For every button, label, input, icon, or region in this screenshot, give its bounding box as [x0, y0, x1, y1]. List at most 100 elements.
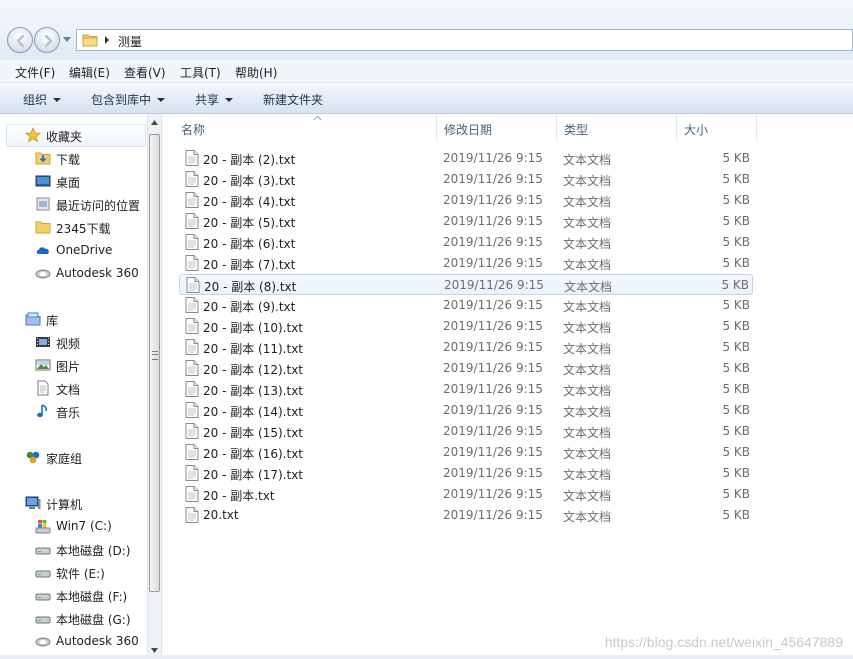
nav-item-2345-downloads[interactable]: 2345下载	[35, 217, 145, 238]
nav-item-autodesk-360[interactable]: Autodesk 360	[35, 263, 145, 284]
file-name: 20 - 副本 (13).txt	[203, 384, 304, 398]
breadcrumb-current-folder[interactable]: 测量	[118, 33, 142, 50]
column-header-size[interactable]: 大小	[677, 114, 757, 141]
column-header-type[interactable]: 类型	[557, 114, 677, 141]
file-size: 5 KB	[722, 256, 750, 270]
table-row[interactable]: 20.txt 2019/11/26 9:15 文本文档 5 KB	[179, 505, 753, 526]
menu-file[interactable]: 文件(F)	[15, 64, 55, 81]
nav-homegroup[interactable]: 家庭组	[25, 447, 145, 468]
file-modified-date: 2019/11/26 9:15	[443, 235, 543, 249]
table-row[interactable]: 20 - 副本 (2).txt 2019/11/26 9:15 文本文档 5 KB	[179, 148, 753, 169]
table-row[interactable]: 20 - 副本 (7).txt 2019/11/26 9:15 文本文档 5 KB	[179, 253, 753, 274]
chevron-down-icon	[53, 98, 62, 102]
nav-homegroup-label: 家庭组	[46, 452, 83, 466]
text-file-icon	[185, 255, 199, 271]
file-name: 20 - 副本 (16).txt	[203, 447, 304, 461]
column-header-date[interactable]: 修改日期	[437, 114, 557, 141]
file-type: 文本文档	[563, 489, 612, 503]
table-row[interactable]: 20 - 副本 (15).txt 2019/11/26 9:15 文本文档 5 KB	[179, 421, 753, 442]
autodesk-cloud-icon	[35, 269, 51, 279]
table-row[interactable]: 20 - 副本 (17).txt 2019/11/26 9:15 文本文档 5 KB	[179, 463, 753, 484]
file-name: 20 - 副本 (9).txt	[203, 300, 296, 314]
organize-button[interactable]: 组织	[23, 91, 62, 108]
file-size: 5 KB	[722, 487, 750, 501]
picture-icon	[35, 359, 51, 371]
nav-item-drive-d[interactable]: 本地磁盘 (D:)	[35, 539, 145, 560]
breadcrumb-chevron-icon[interactable]	[104, 36, 110, 44]
file-type: 文本文档	[563, 237, 612, 251]
nav-item-drive-g[interactable]: 本地磁盘 (G:)	[35, 608, 145, 629]
file-size: 5 KB	[722, 424, 750, 438]
table-row[interactable]: 20 - 副本.txt 2019/11/26 9:15 文本文档 5 KB	[179, 484, 753, 505]
folder-icon	[82, 34, 98, 47]
computer-icon	[25, 496, 41, 509]
nav-item-drive-f[interactable]: 本地磁盘 (F:)	[35, 585, 145, 606]
table-row[interactable]: 20 - 副本 (8).txt 2019/11/26 9:15 文本文档 5 KB	[179, 274, 753, 295]
file-modified-date: 2019/11/26 9:15	[443, 172, 543, 186]
nav-favorites[interactable]: 收藏夹	[6, 124, 146, 147]
nav-libraries-label: 库	[46, 314, 59, 328]
back-button[interactable]	[7, 27, 33, 53]
scroll-up-arrow-icon[interactable]	[151, 120, 158, 125]
nav-item-music[interactable]: 音乐	[35, 401, 145, 422]
table-row[interactable]: 20 - 副本 (11).txt 2019/11/26 9:15 文本文档 5 KB	[179, 337, 753, 358]
nav-item-documents[interactable]: 文档	[35, 378, 145, 399]
menu-edit[interactable]: 编辑(E)	[69, 64, 110, 81]
share-button[interactable]: 共享	[195, 91, 234, 108]
text-file-icon	[185, 465, 199, 481]
nav-item-recent-places[interactable]: 最近访问的位置	[35, 194, 145, 215]
menu-help[interactable]: 帮助(H)	[235, 64, 277, 81]
nav-item-onedrive[interactable]: OneDrive	[35, 240, 145, 261]
file-modified-date: 2019/11/26 9:15	[444, 278, 544, 292]
navigation-pane-scrollbar[interactable]	[147, 114, 162, 659]
table-row[interactable]: 20 - 副本 (6).txt 2019/11/26 9:15 文本文档 5 KB	[179, 232, 753, 253]
forward-button[interactable]	[34, 27, 60, 53]
menu-view[interactable]: 查看(V)	[124, 64, 166, 81]
nav-libraries[interactable]: 库	[25, 309, 145, 330]
table-row[interactable]: 20 - 副本 (14).txt 2019/11/26 9:15 文本文档 5 KB	[179, 400, 753, 421]
folder-icon	[35, 221, 51, 234]
include-in-library-button[interactable]: 包含到库中	[91, 91, 166, 108]
nav-item-downloads[interactable]: 下载	[35, 148, 145, 169]
menu-tools[interactable]: 工具(T)	[180, 64, 221, 81]
nav-item-desktop[interactable]: 桌面	[35, 171, 145, 192]
file-size: 5 KB	[722, 403, 750, 417]
cloud-icon	[36, 247, 49, 254]
scroll-down-arrow-icon[interactable]	[151, 648, 158, 653]
table-row[interactable]: 20 - 副本 (16).txt 2019/11/26 9:15 文本文档 5 KB	[179, 442, 753, 463]
table-row[interactable]: 20 - 副本 (5).txt 2019/11/26 9:15 文本文档 5 KB	[179, 211, 753, 232]
text-file-icon	[185, 213, 199, 229]
address-bar[interactable]: 测量	[76, 29, 853, 51]
table-row[interactable]: 20 - 副本 (4).txt 2019/11/26 9:15 文本文档 5 KB	[179, 190, 753, 211]
table-row[interactable]: 20 - 副本 (10).txt 2019/11/26 9:15 文本文档 5 KB	[179, 316, 753, 337]
nav-item-autodesk-360-computer[interactable]: Autodesk 360	[35, 631, 145, 652]
table-row[interactable]: 20 - 副本 (12).txt 2019/11/26 9:15 文本文档 5 KB	[179, 358, 753, 379]
file-name: 20 - 副本 (3).txt	[203, 174, 296, 188]
nav-item-drive-e[interactable]: 软件 (E:)	[35, 562, 145, 583]
file-type: 文本文档	[563, 510, 612, 524]
table-row[interactable]: 20 - 副本 (13).txt 2019/11/26 9:15 文本文档 5 KB	[179, 379, 753, 400]
file-name: 20.txt	[203, 508, 239, 522]
nav-item-drive-c[interactable]: Win7 (C:)	[35, 516, 145, 537]
arrow-right-icon	[44, 34, 53, 48]
scroll-thumb[interactable]	[149, 134, 160, 592]
nav-item-label: 软件 (E:)	[56, 567, 105, 581]
column-header-name[interactable]: 名称	[174, 114, 437, 141]
file-modified-date: 2019/11/26 9:15	[443, 403, 543, 417]
nav-computer[interactable]: 计算机	[25, 493, 145, 514]
table-row[interactable]: 20 - 副本 (9).txt 2019/11/26 9:15 文本文档 5 KB	[179, 295, 753, 316]
nav-item-label: 2345下载	[56, 222, 111, 236]
nav-item-pictures[interactable]: 图片	[35, 355, 145, 376]
new-folder-button[interactable]: 新建文件夹	[263, 91, 323, 108]
music-note-icon	[37, 404, 48, 418]
recent-places-icon	[36, 197, 50, 211]
file-size: 5 KB	[722, 466, 750, 480]
text-file-icon	[186, 277, 200, 293]
recent-pages-dropdown-icon[interactable]	[63, 37, 71, 43]
table-row[interactable]: 20 - 副本 (3).txt 2019/11/26 9:15 文本文档 5 KB	[179, 169, 753, 190]
file-name: 20 - 副本 (10).txt	[203, 321, 304, 335]
nav-item-videos[interactable]: 视频	[35, 332, 145, 353]
file-size: 5 KB	[722, 298, 750, 312]
nav-item-label: 图片	[56, 360, 81, 374]
window-bottom-edge	[0, 655, 853, 659]
